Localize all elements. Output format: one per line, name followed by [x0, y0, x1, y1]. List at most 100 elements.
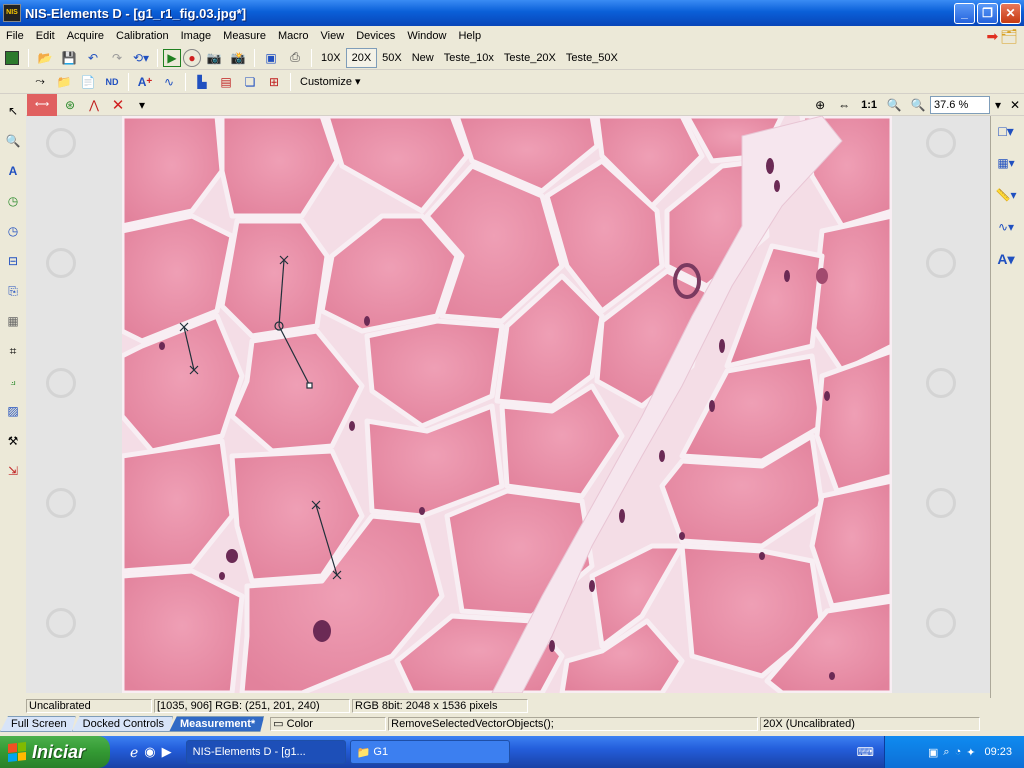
menu-image[interactable]: Image: [175, 26, 218, 46]
quicklaunch-media-icon[interactable]: ▶: [162, 744, 172, 760]
rectangle-tool-icon[interactable]: □▾: [995, 120, 1017, 142]
menu-macro[interactable]: Macro: [272, 26, 315, 46]
document-icon[interactable]: 📄: [77, 71, 99, 93]
tools-icon[interactable]: ⚒: [2, 430, 24, 452]
export-icon[interactable]: ⇲: [2, 460, 24, 482]
folder-icon[interactable]: 📁: [53, 71, 75, 93]
zoom-level-input[interactable]: 37.6 %: [930, 95, 990, 114]
start-button[interactable]: Iniciar: [0, 736, 110, 768]
measure-length-icon[interactable]: ⟷: [27, 93, 57, 116]
image-info-icon[interactable]: ▨: [2, 400, 24, 422]
tab-docked-controls[interactable]: Docked Controls: [72, 716, 173, 732]
refresh-dropdown-icon[interactable]: ⟲▾: [130, 47, 152, 69]
transform-icon[interactable]: ⟓: [2, 370, 24, 392]
menu-file[interactable]: File: [0, 26, 30, 46]
tray-search-icon[interactable]: ⌕: [943, 746, 949, 759]
scanner-icon[interactable]: ⎙: [284, 47, 306, 69]
objective-20x-button[interactable]: 20X: [345, 47, 378, 68]
open-folder-icon[interactable]: 📂: [34, 47, 56, 69]
tab-full-screen[interactable]: Full Screen: [0, 716, 76, 732]
color-table-icon[interactable]: ▤: [215, 71, 237, 93]
close-view-icon[interactable]: ✕: [1007, 94, 1023, 116]
menu-help[interactable]: Help: [452, 26, 487, 46]
clock[interactable]: 09:23: [984, 746, 1012, 758]
taskbar-nis-elements[interactable]: NIS-Elements D - [g1...: [185, 740, 346, 764]
zoom-out-icon[interactable]: 🔍: [907, 94, 929, 116]
restore-button[interactable]: ❐: [977, 3, 998, 24]
curve-tool-icon[interactable]: ⤳: [29, 71, 51, 93]
dropdown-arrow-icon[interactable]: ▾: [131, 94, 153, 116]
menu-window[interactable]: Window: [401, 26, 452, 46]
record-icon[interactable]: ●: [183, 48, 201, 67]
watermark-logo-icon: [46, 248, 76, 278]
zoom-dropdown-icon[interactable]: ▾: [991, 94, 1005, 116]
micrograph-image[interactable]: [119, 116, 895, 693]
quicklaunch-desktop-icon[interactable]: ◉: [144, 744, 155, 760]
close-button[interactable]: ✕: [1000, 3, 1021, 24]
wave-icon[interactable]: ∿: [158, 71, 180, 93]
grid-tool-icon[interactable]: ▦▾: [995, 152, 1017, 174]
text-tool-icon[interactable]: A▾: [995, 248, 1017, 270]
new-objective-button[interactable]: New: [407, 49, 439, 67]
menu-edit[interactable]: Edit: [30, 26, 61, 46]
camera-icon[interactable]: 📷: [203, 47, 225, 69]
arrow-right-icon[interactable]: ➡: [986, 28, 998, 45]
zoom-one-to-one-button[interactable]: 1:1: [856, 96, 882, 114]
quicklaunch-ie-icon[interactable]: ℯ: [130, 744, 138, 761]
ruler-tool-icon[interactable]: 📏▾: [995, 184, 1017, 206]
pointer-icon[interactable]: ↖: [2, 100, 24, 122]
zoom-in-icon[interactable]: 🔍: [883, 94, 905, 116]
objective-50x-button[interactable]: 50X: [377, 49, 407, 67]
tray-volume-icon[interactable]: ◔: [955, 746, 962, 758]
tab-measurement[interactable]: Measurement*: [169, 716, 264, 732]
taskbar-g1-folder[interactable]: 📁 G1: [349, 740, 510, 764]
text-add-icon[interactable]: A: [2, 160, 24, 182]
delete-measure-icon[interactable]: ✕: [107, 94, 129, 116]
timer-green-icon[interactable]: ◷: [2, 190, 24, 212]
fit-window-icon[interactable]: ⊕: [809, 94, 831, 116]
customize-button[interactable]: Customize ▾: [295, 73, 366, 91]
menu-acquire[interactable]: Acquire: [61, 26, 110, 46]
redo-icon[interactable]: ↷: [106, 47, 128, 69]
objective-10x-button[interactable]: 10X: [316, 49, 346, 67]
crop-icon[interactable]: ⌗: [2, 340, 24, 362]
menu-calibration[interactable]: Calibration: [110, 26, 175, 46]
timer-blue-icon[interactable]: ◷: [2, 220, 24, 242]
histogram-icon[interactable]: ▙: [191, 71, 213, 93]
keyboard-icon[interactable]: ⌨: [857, 745, 874, 759]
watermark-logo-icon: [926, 488, 956, 518]
menu-view[interactable]: View: [315, 26, 351, 46]
magnifier-icon[interactable]: 🔍: [2, 130, 24, 152]
copy-icon[interactable]: ⎘: [2, 280, 24, 302]
play-icon[interactable]: ▶: [163, 48, 181, 67]
measure-count-icon[interactable]: ⊛: [59, 94, 81, 116]
measure-profile-icon[interactable]: ⋀: [83, 94, 105, 116]
text-annotation-icon[interactable]: A +: [134, 71, 156, 93]
left-toolbar: ↖ 🔍 A ◷ ◷ ⊟ ⎘ ▦ ⌗ ⟓ ▨ ⚒ ⇲: [0, 94, 26, 698]
save-icon[interactable]: 💾: [58, 47, 80, 69]
separator: [157, 48, 158, 67]
nd-icon[interactable]: ND: [101, 71, 123, 93]
teste-50x-button[interactable]: Teste_50X: [561, 49, 623, 67]
menu-measure[interactable]: Measure: [217, 26, 272, 46]
tray-app-icon[interactable]: ✦: [966, 746, 975, 759]
crosshair-icon[interactable]: ⊞: [263, 71, 285, 93]
layout-icon[interactable]: [5, 50, 19, 65]
wave-tool-icon[interactable]: ∿▾: [995, 216, 1017, 238]
teste-10x-button[interactable]: Teste_10x: [439, 49, 499, 67]
windows-icon[interactable]: ▣: [260, 47, 282, 69]
layers-icon[interactable]: ▦: [2, 310, 24, 332]
counter-icon[interactable]: ⊟: [2, 250, 24, 272]
minimize-button[interactable]: _: [954, 3, 975, 24]
watermark-logo-icon: [926, 608, 956, 638]
tray-network-icon[interactable]: ▣: [928, 746, 938, 759]
undo-icon[interactable]: ↶: [82, 47, 104, 69]
camera-settings-icon[interactable]: 📸: [227, 47, 249, 69]
separator: [254, 48, 255, 67]
teste-20x-button[interactable]: Teste_20X: [499, 49, 561, 67]
menu-devices[interactable]: Devices: [350, 26, 401, 46]
folder-network-icon[interactable]: 🗂: [1000, 28, 1018, 45]
fit-width-icon[interactable]: ⇔: [833, 94, 855, 116]
stack-icon[interactable]: ❏: [239, 71, 261, 93]
image-viewport[interactable]: [26, 116, 990, 693]
